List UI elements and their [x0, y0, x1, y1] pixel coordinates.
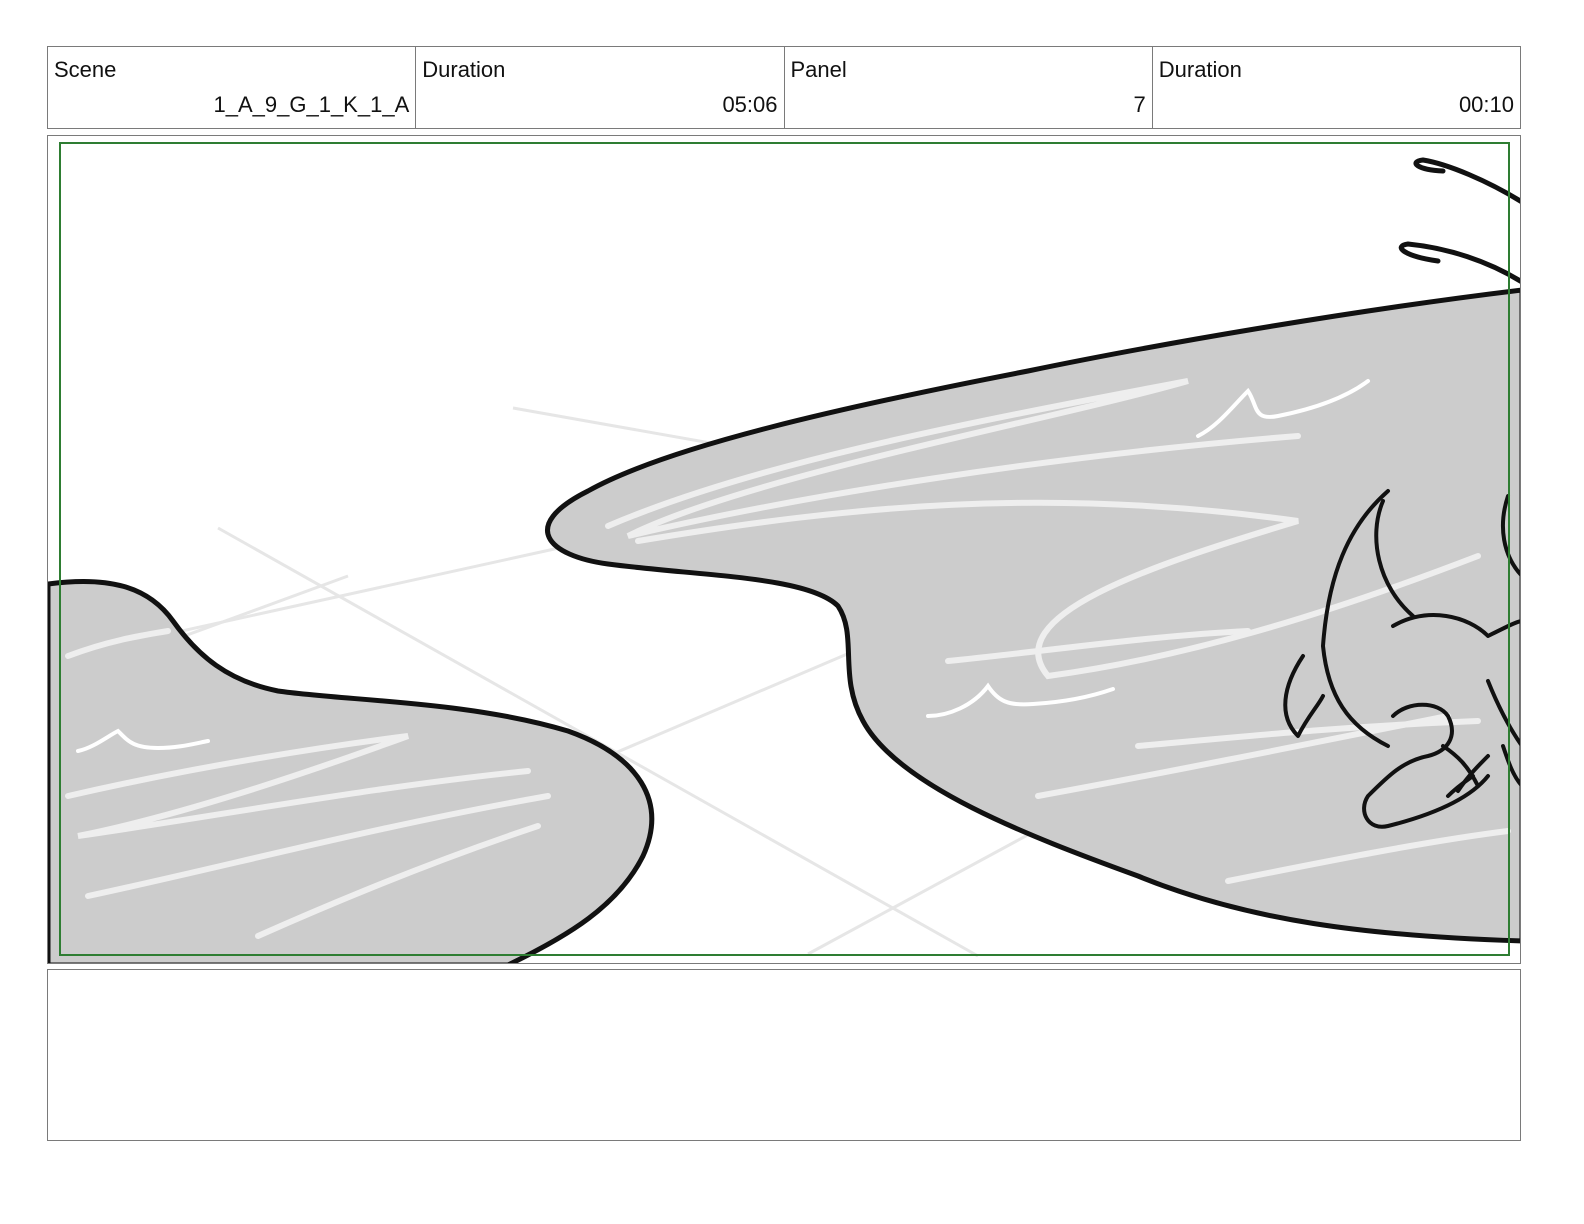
- scene-label: Scene: [54, 57, 117, 82]
- panel-duration-value: 00:10: [1458, 92, 1514, 117]
- scene-duration-label: Duration: [422, 57, 506, 82]
- storyboard-header: Scene 1_A_9_G_1_K_1_A Duration 05:06 Pan…: [47, 46, 1521, 129]
- storyboard-panel-image: [47, 135, 1521, 964]
- water-right: [545, 287, 1520, 944]
- scene-value: 1_A_9_G_1_K_1_A: [213, 92, 410, 117]
- panel-notes-box[interactable]: [47, 969, 1521, 1141]
- panel-sketch: [48, 142, 1520, 963]
- scene-duration-value: 05:06: [722, 92, 778, 117]
- panel-duration-label: Duration: [1158, 57, 1242, 82]
- panel-duration-cell: Duration 00:10: [1153, 47, 1520, 128]
- scene-duration-cell: Duration 05:06: [416, 47, 785, 128]
- panel-label: Panel: [790, 57, 847, 82]
- scene-cell: Scene 1_A_9_G_1_K_1_A: [48, 47, 417, 128]
- bird-sketch: [1398, 157, 1520, 284]
- panel-cell: Panel 7: [785, 47, 1153, 128]
- panel-value: 7: [1133, 92, 1146, 117]
